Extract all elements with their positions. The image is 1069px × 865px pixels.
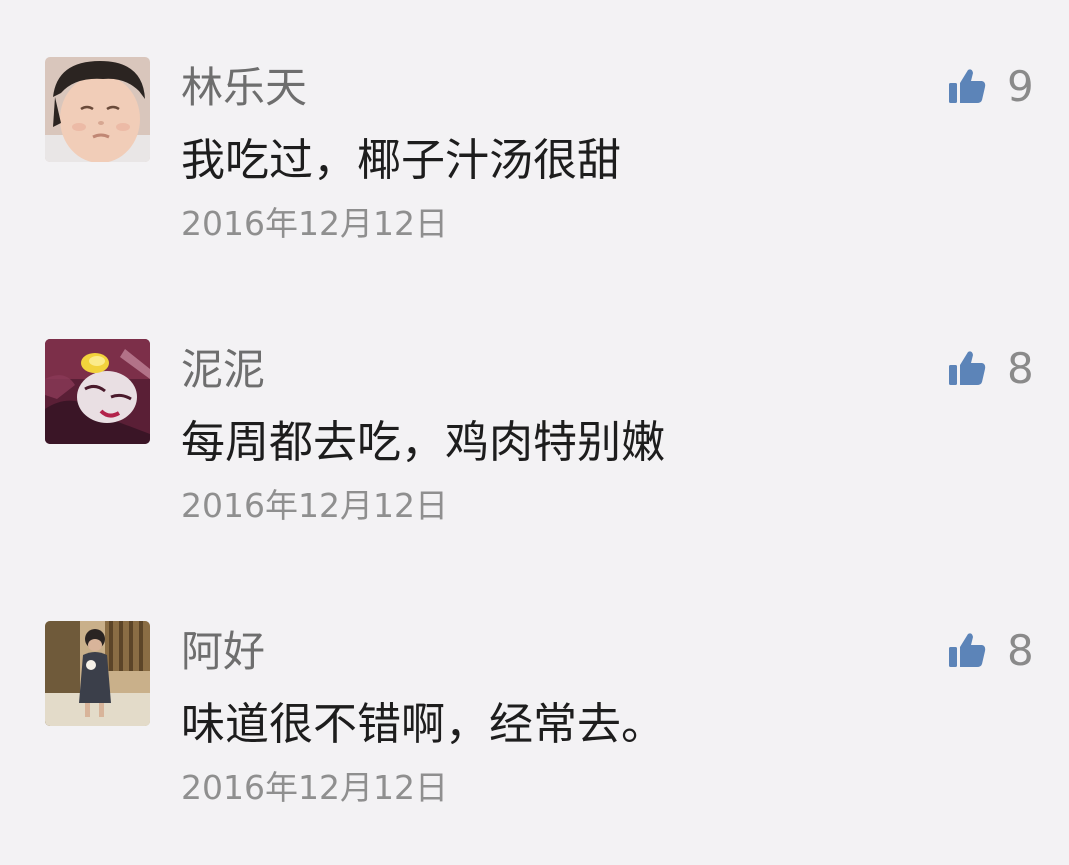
username[interactable]: 林乐天 [181, 63, 307, 113]
avatar-child-face-icon [45, 57, 150, 162]
comment-text: 味道很不错啊，经常去。 [181, 699, 665, 750]
avatar-child-figure-icon [45, 621, 150, 726]
like-button[interactable]: 8 [947, 347, 1047, 391]
comment-item: 泥泥 每周都去吃，鸡肉特别嫩 2016年12月12日 8 [0, 339, 1069, 579]
comment-list: 林乐天 我吃过，椰子汁汤很甜 2016年12月12日 9 泥泥 每周都去吃，鸡肉… [0, 0, 1069, 865]
avatar[interactable] [45, 57, 150, 162]
thumbs-up-icon [947, 630, 987, 670]
avatar[interactable] [45, 621, 150, 726]
username[interactable]: 阿好 [181, 627, 265, 677]
comment-date: 2016年12月12日 [181, 486, 448, 525]
like-button[interactable]: 9 [947, 65, 1047, 109]
like-count: 9 [1007, 62, 1034, 111]
thumbs-up-icon [947, 348, 987, 388]
comment-text: 我吃过，椰子汁汤很甜 [181, 135, 621, 186]
comment-item: 林乐天 我吃过，椰子汁汤很甜 2016年12月12日 9 [0, 57, 1069, 297]
avatar[interactable] [45, 339, 150, 444]
comment-date: 2016年12月12日 [181, 768, 448, 807]
comment-date: 2016年12月12日 [181, 204, 448, 243]
like-count: 8 [1007, 344, 1034, 393]
username[interactable]: 泥泥 [181, 345, 265, 395]
comment-item: 阿好 味道很不错啊，经常去。 2016年12月12日 8 [0, 621, 1069, 861]
like-count: 8 [1007, 626, 1034, 675]
like-button[interactable]: 8 [947, 629, 1047, 673]
thumbs-up-icon [947, 66, 987, 106]
comment-text: 每周都去吃，鸡肉特别嫩 [181, 417, 665, 468]
avatar-costume-face-icon [45, 339, 150, 444]
